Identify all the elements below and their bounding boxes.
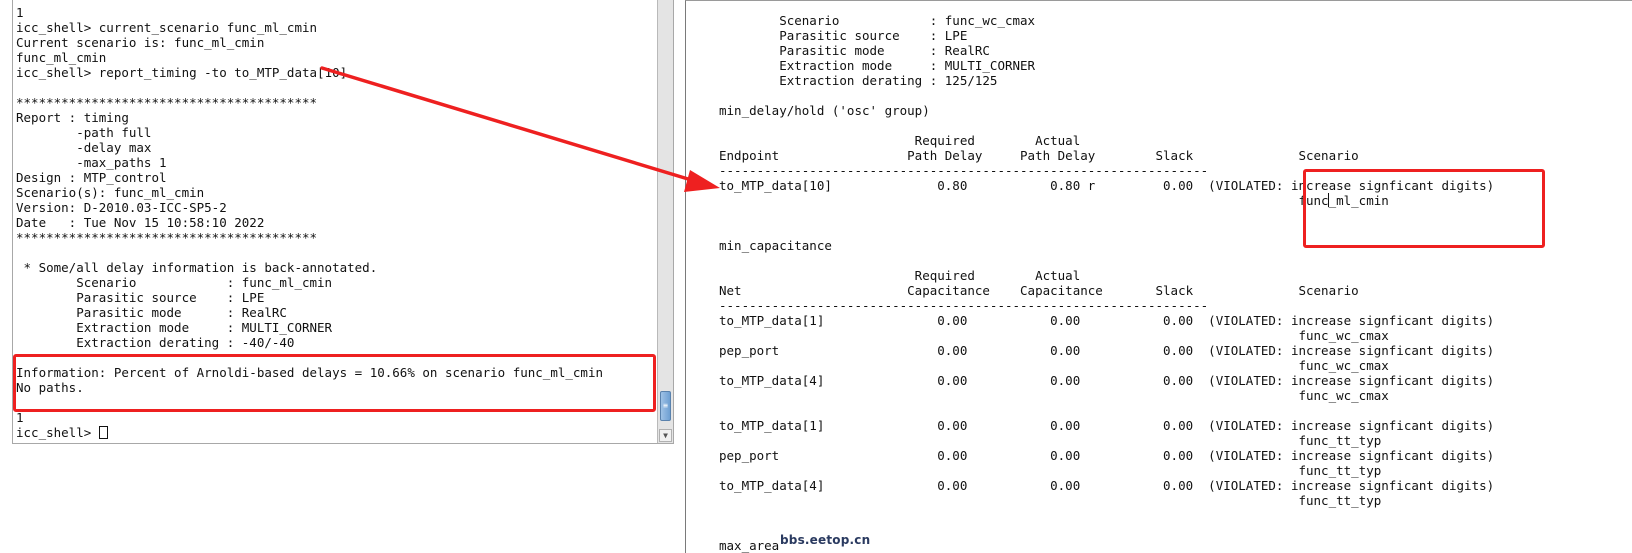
terminal-line: Extraction mode : MULTI_CORNER: [16, 320, 333, 335]
report-line: pep_port 0.00 0.00 0.00 (VIOLATED: incre…: [719, 448, 1495, 463]
watermark: bbs.eetop.cn: [780, 533, 871, 547]
terminal-line: Current scenario is: func_ml_cmin: [16, 35, 265, 50]
terminal-line: -path full: [16, 125, 152, 140]
report-line: to_MTP_data[4] 0.00 0.00 0.00 (VIOLATED:…: [719, 373, 1495, 388]
report-line: func_tt_typ: [719, 463, 1382, 478]
terminal-line: Report : timing: [16, 110, 129, 125]
report-line: func_wc_cmax: [719, 328, 1389, 343]
report-line: pep_port 0.00 0.00 0.00 (VIOLATED: incre…: [719, 343, 1495, 358]
terminal-output: 1 icc_shell> current_scenario func_ml_cm…: [16, 5, 603, 440]
terminal-line: Information: Percent of Arnoldi-based de…: [16, 365, 603, 380]
report-line: min_delay/hold ('osc' group): [719, 103, 930, 118]
text-caret: [1328, 193, 1329, 207]
terminal-line: ****************************************: [16, 95, 318, 110]
report-line: Required Actual: [719, 268, 1081, 283]
terminal-line: icc_shell> current_scenario func_ml_cmin: [16, 20, 318, 35]
grip-lines-icon[interactable]: ≡: [660, 391, 671, 421]
terminal-line: Scenario : func_ml_cmin: [16, 275, 333, 290]
report-line: Net Capacitance Capacitance Slack Scenar…: [719, 283, 1359, 298]
report-line: to_MTP_data[1] 0.00 0.00 0.00 (VIOLATED:…: [719, 313, 1495, 328]
terminal-line: Parasitic source : LPE: [16, 290, 265, 305]
report-line: ----------------------------------------…: [719, 298, 1209, 313]
terminal-line: Date : Tue Nov 15 10:58:10 2022: [16, 215, 265, 230]
terminal-line: func_ml_cmin: [16, 50, 107, 65]
report-line: func_wc_cmax: [719, 358, 1389, 373]
terminal-window[interactable]: 1 icc_shell> current_scenario func_ml_cm…: [12, 0, 674, 444]
chevron-down-icon[interactable]: ▼: [659, 429, 672, 442]
report-output: Scenario : func_wc_cmax Parasitic source…: [719, 13, 1494, 553]
terminal-line: 1: [16, 410, 24, 425]
terminal-line: icc_shell> report_timing -to to_MTP_data…: [16, 65, 348, 80]
report-line: func_tt_typ: [719, 433, 1382, 448]
terminal-line: -max_paths 1: [16, 155, 167, 170]
report-line: to_MTP_data[4] 0.00 0.00 0.00 (VIOLATED:…: [719, 478, 1495, 493]
terminal-line: ****************************************: [16, 230, 318, 245]
report-line: Endpoint Path Delay Path Delay Slack Sce…: [719, 148, 1359, 163]
report-window[interactable]: Scenario : func_wc_cmax Parasitic source…: [685, 0, 1632, 553]
report-line: Scenario : func_wc_cmax: [719, 13, 1036, 28]
terminal-line: Version: D-2010.03-ICC-SP5-2: [16, 200, 227, 215]
report-line: max_area: [719, 538, 780, 553]
report-line: func_wc_cmax: [719, 388, 1389, 403]
terminal-prompt[interactable]: icc_shell>: [16, 425, 99, 440]
terminal-line: 1: [16, 5, 24, 20]
vertical-scrollbar[interactable]: ≡ ▼: [657, 0, 673, 443]
terminal-line: -delay max: [16, 140, 152, 155]
terminal-line: Extraction derating : -40/-40: [16, 335, 295, 350]
report-line: Extraction derating : 125/125: [719, 73, 998, 88]
report-line: Extraction mode : MULTI_CORNER: [719, 58, 1036, 73]
report-line: to_MTP_data[10] 0.80 0.80 r 0.00 (VIOLAT…: [719, 178, 1495, 193]
report-line: to_MTP_data[1] 0.00 0.00 0.00 (VIOLATED:…: [719, 418, 1495, 433]
report-line: Required Actual: [719, 133, 1081, 148]
terminal-cursor: [98, 426, 108, 439]
report-line: Parasitic source : LPE: [719, 28, 968, 43]
report-line: min_capacitance: [719, 238, 832, 253]
terminal-line: No paths.: [16, 380, 84, 395]
report-line: ----------------------------------------…: [719, 163, 1209, 178]
terminal-line: * Some/all delay information is back-ann…: [16, 260, 378, 275]
terminal-line: Scenario(s): func_ml_cmin: [16, 185, 205, 200]
terminal-line: Design : MTP_control: [16, 170, 167, 185]
report-line: func_tt_typ: [719, 493, 1382, 508]
report-line: func_ml_cmin: [719, 193, 1389, 208]
report-line: Parasitic mode : RealRC: [719, 43, 990, 58]
terminal-line: Parasitic mode : RealRC: [16, 305, 287, 320]
